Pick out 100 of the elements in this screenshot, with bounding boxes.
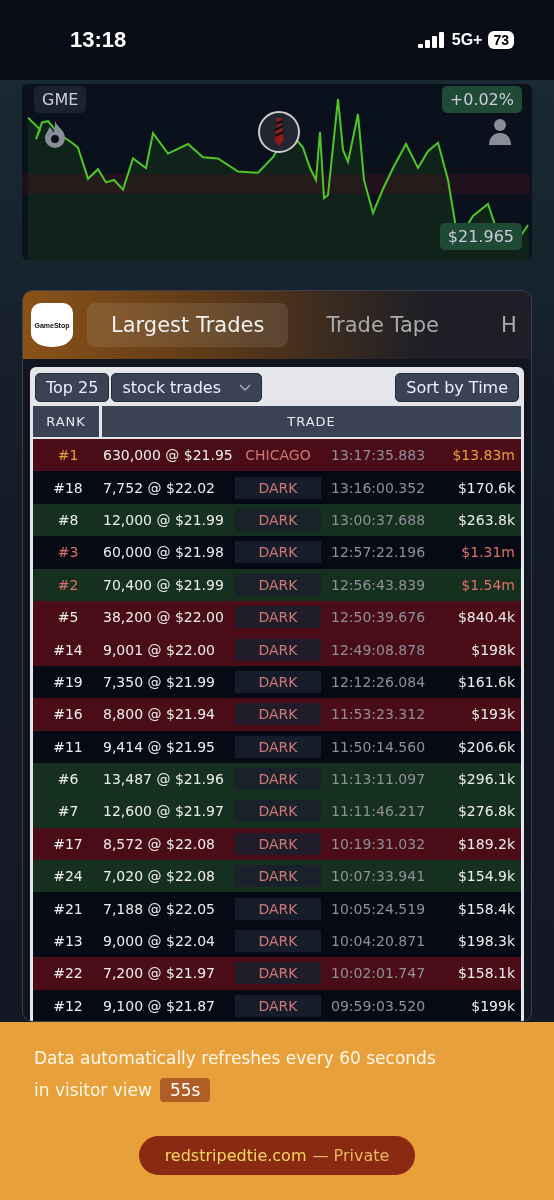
trade-cell-text: 630,000 @ $21.95: [103, 447, 234, 464]
value-cell-text: $158.4k: [456, 900, 515, 917]
value-cell-text: $198.3k: [456, 933, 515, 950]
venue-cell: DARK: [235, 508, 321, 531]
venue-cell: DARK: [235, 800, 321, 823]
time-cell-text: 13:17:35.883: [330, 447, 427, 464]
time-cell-text: 11:53:23.312: [330, 706, 427, 723]
time-cell-text: 11:13:11.097: [330, 771, 427, 788]
venue-cell: DARK: [235, 735, 321, 758]
value-cell-text: $154.9k: [456, 868, 515, 885]
rank-cell-text: #7: [56, 803, 80, 820]
venue-cell-text: CHICAGO: [244, 446, 312, 466]
venue-cell: DARK: [235, 638, 321, 661]
venue-cell: DARK: [235, 832, 321, 855]
rank-cell-text: #24: [52, 868, 84, 885]
venue-cell: DARK: [235, 670, 321, 693]
value-cell-text: $161.6k: [456, 673, 515, 690]
tab[interactable]: Trade Tape: [302, 303, 463, 347]
venue-cell: DARK: [235, 930, 321, 953]
rank-cell-text: #13: [52, 933, 84, 950]
price-label: $21.965: [439, 223, 522, 250]
time-cell-text: 10:04:20.871: [330, 933, 427, 950]
value-cell-text: $158.1k: [456, 965, 515, 982]
status-time: 13:18: [70, 27, 127, 53]
venue-cell: DARK: [235, 994, 321, 1017]
rank-cell-text: #1: [56, 447, 80, 464]
value-cell-text: $13.83m: [451, 447, 515, 464]
rank-cell-text: #12: [52, 997, 84, 1014]
venue-cell: DARK: [235, 897, 321, 920]
time-cell-text: 12:49:08.878: [330, 641, 427, 658]
trade-cell-text: 7,752 @ $22.02: [103, 479, 216, 496]
rank-cell-text: #21: [52, 900, 84, 917]
rank-cell-text: #16: [52, 706, 84, 723]
value-cell-text: $840.4k: [456, 609, 515, 626]
value-cell-text: $1.31m: [460, 544, 515, 561]
venue-cell: DARK: [235, 865, 321, 888]
rank-cell-text: #14: [52, 641, 84, 658]
rank-cell-text: #19: [52, 673, 84, 690]
trade-cell-text: 9,414 @ $21.95: [103, 738, 216, 755]
time-cell-text: 13:16:00.352: [330, 479, 427, 496]
site-note: — Private: [312, 1146, 390, 1165]
venue-cell: DARK: [235, 606, 321, 629]
value-cell-text: $199k: [470, 997, 515, 1014]
trade-cell-text: 7,200 @ $21.97: [103, 965, 216, 982]
venue-cell: DARK: [235, 476, 321, 499]
trade-cell-text: 12,000 @ $21.99: [103, 511, 225, 528]
venue-cell: DARK: [235, 768, 321, 791]
rank-cell-text: #5: [56, 609, 80, 626]
rank-cell-text: #18: [52, 479, 84, 496]
column-header: TRADE: [102, 406, 521, 437]
value-cell-text: $193k: [470, 706, 515, 723]
trade-cell-text: 8,572 @ $22.08: [103, 835, 216, 852]
tab[interactable]: Largest Trades: [87, 303, 289, 347]
value-cell-text: $1.54m: [460, 576, 515, 593]
rank-cell-text: #3: [56, 544, 80, 561]
rank-cell-text: #22: [52, 965, 84, 982]
trade-cell-text: 9,000 @ $22.04: [103, 933, 216, 950]
venue-cell: DARK: [235, 573, 321, 596]
top-count-button[interactable]: Top 25: [35, 373, 110, 402]
site-domain: redstripedtie.com: [164, 1146, 307, 1165]
value-cell-text: $206.6k: [456, 738, 515, 755]
trade-cell-text: 38,200 @ $22.00: [103, 609, 225, 626]
trade-cell-text: 9,001 @ $22.00: [103, 641, 216, 658]
trade-cell-text: 70,400 @ $21.99: [103, 576, 225, 593]
time-cell-text: 09:59:03.520: [330, 997, 427, 1014]
trade-cell-text: 7,350 @ $21.99: [103, 673, 216, 690]
value-cell-text: $263.8k: [456, 511, 515, 528]
value-cell-text: $189.2k: [456, 835, 515, 852]
time-cell-text: 12:12:26.084: [330, 673, 427, 690]
value-cell-text: $170.6k: [456, 479, 515, 496]
value-cell-text: $198k: [470, 641, 515, 658]
value-cell-text: $296.1k: [456, 771, 515, 788]
sort-button[interactable]: Sort by Time: [395, 373, 519, 402]
tab[interactable]: H: [477, 303, 531, 347]
venue-cell: DARK: [235, 703, 321, 726]
venue-cell: DARK: [235, 541, 321, 564]
trade-cell-text: 60,000 @ $21.98: [103, 544, 225, 561]
trade-type-dropdown[interactable]: stock trades: [111, 373, 262, 402]
countdown-badge: 55s: [159, 1078, 211, 1102]
flame-icon: [43, 120, 67, 148]
chevron-down-icon: [239, 383, 251, 392]
rank-cell-text: #17: [52, 835, 84, 852]
trade-cell-text: 7,188 @ $22.05: [103, 900, 216, 917]
battery-level: 73: [488, 31, 514, 49]
ticker-label: GME: [34, 86, 87, 113]
signal-icon: [417, 32, 446, 48]
rank-cell-text: #6: [56, 771, 80, 788]
venue-cell: DARK: [235, 962, 321, 985]
time-cell-text: 12:56:43.839: [330, 576, 427, 593]
rank-cell-text: #11: [52, 738, 84, 755]
value-cell-text: $276.8k: [456, 803, 515, 820]
rank-cell-text: #2: [56, 576, 80, 593]
trade-cell-text: 8,800 @ $21.94: [103, 706, 216, 723]
change-label: +0.02%: [441, 86, 522, 113]
network-label: 5G+: [451, 31, 483, 49]
time-cell-text: 10:05:24.519: [330, 900, 427, 917]
time-cell-text: 11:50:14.560: [330, 738, 427, 755]
site-pill[interactable]: redstripedtie.com — Private: [138, 1136, 416, 1175]
refresh-message: in visitor view: [34, 1079, 152, 1102]
time-cell-text: 13:00:37.688: [330, 511, 427, 528]
